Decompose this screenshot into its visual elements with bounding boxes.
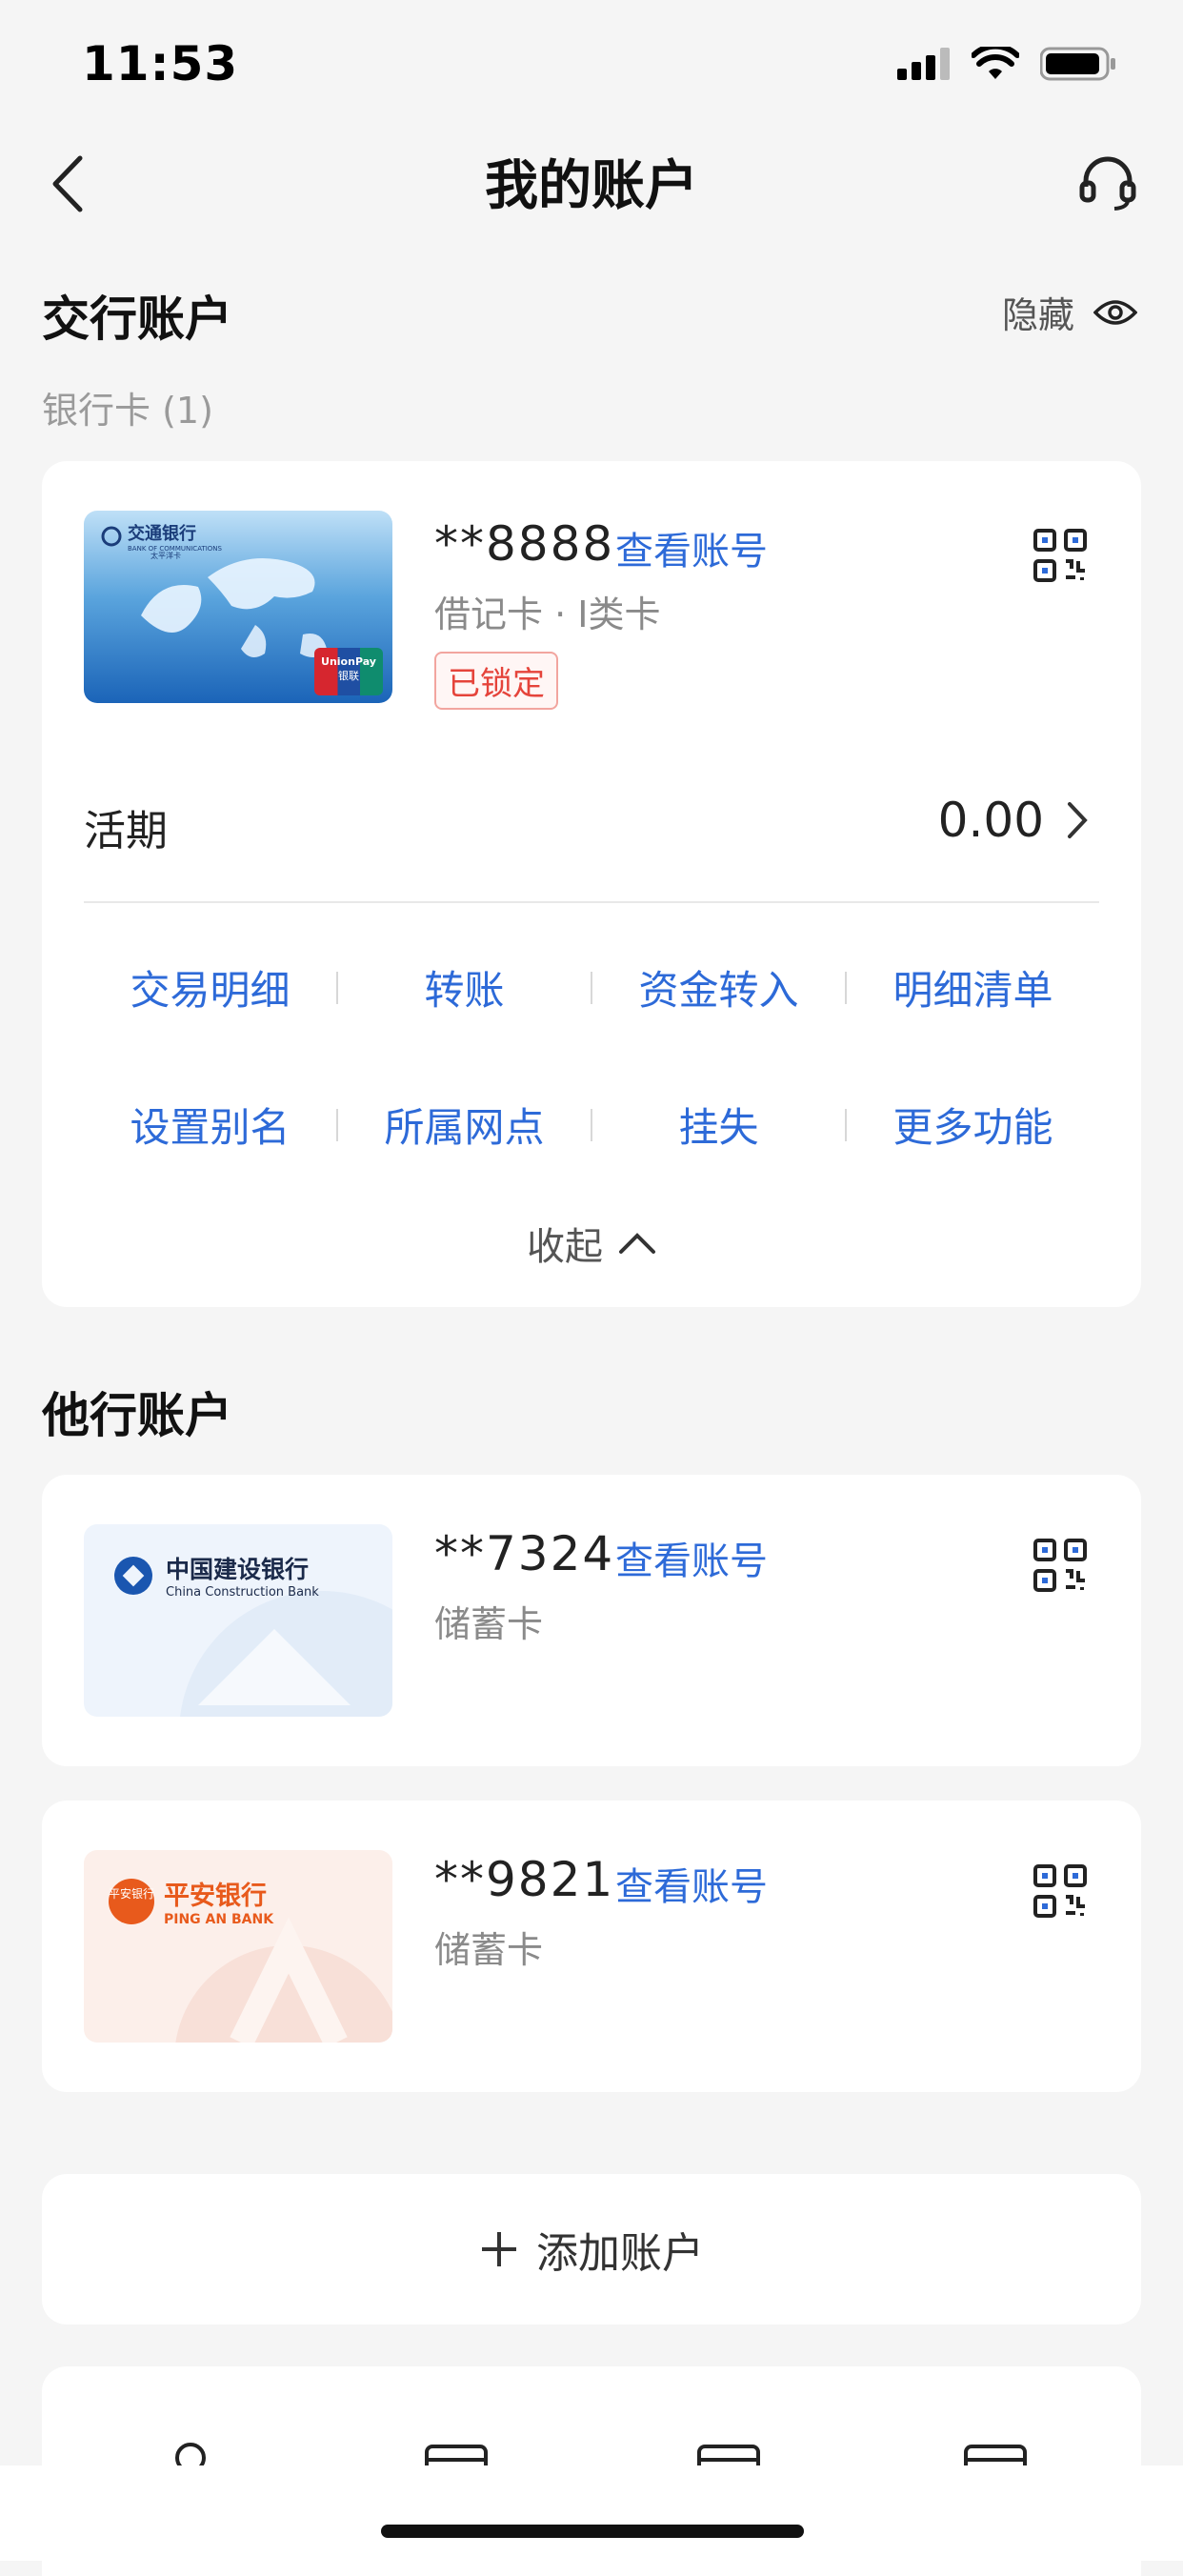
own-accounts-title: 交行账户 [42, 292, 232, 347]
other-accounts-title: 他行账户 [42, 1388, 232, 1443]
home-indicator[interactable] [381, 2525, 804, 2538]
bocom-card-image: 交通银行 BANK OF COMMUNICATIONS 太平洋卡 UnionPa… [84, 511, 392, 703]
divider [84, 901, 1099, 903]
add-account-label: 添加账户 [536, 2229, 704, 2278]
collapse-button[interactable]: 收起 [42, 1216, 1141, 1271]
ccb-card-image: 中国建设银行 China Construction Bank [84, 1524, 392, 1717]
card-count-label: 银行卡 (1) [42, 390, 213, 432]
qr-code-icon[interactable] [1033, 528, 1088, 583]
chevron-up-icon [619, 1233, 655, 1254]
qr-code-icon[interactable] [1033, 1538, 1088, 1593]
bocom-logo: 交通银行 BANK OF COMMUNICATIONS [101, 520, 222, 553]
view-account-link[interactable]: 查看账号 [615, 520, 768, 575]
ccb-logo: 中国建设银行 China Construction Bank [110, 1551, 319, 1600]
plus-icon [482, 2232, 516, 2266]
ccb-card-panel[interactable]: 中国建设银行 China Construction Bank **7324 查看… [42, 1475, 1141, 1766]
wifi-icon [972, 47, 1019, 79]
balance-label: 活期 [84, 807, 168, 855]
headset-icon [1079, 156, 1136, 211]
cellular-signal-icon [897, 48, 950, 80]
action-transaction-details[interactable]: 交易明细 [84, 958, 336, 1016]
card-type: 储蓄卡 [434, 1929, 544, 1971]
balance-value: 0.00 [937, 793, 1044, 848]
status-badge: 已锁定 [434, 652, 558, 710]
card-type: 借记卡 · I类卡 [434, 594, 661, 635]
view-account-link[interactable]: 查看账号 [615, 1530, 768, 1585]
balance-row[interactable]: 0.00 [938, 793, 1088, 848]
pingan-name-en: PING AN BANK [164, 1912, 274, 1927]
collapse-label: 收起 [527, 1225, 603, 1269]
customer-service-button[interactable] [1078, 152, 1137, 211]
action-branch[interactable]: 所属网点 [338, 1096, 591, 1154]
action-statement[interactable]: 明细清单 [847, 958, 1099, 1016]
action-transfer[interactable]: 转账 [338, 958, 591, 1016]
card-type: 储蓄卡 [434, 1603, 544, 1645]
status-icons [897, 46, 1116, 82]
action-set-alias[interactable]: 设置别名 [84, 1096, 336, 1154]
action-row-2: 设置别名 所属网点 挂失 更多功能 [84, 1096, 1099, 1154]
ccb-logo-icon [114, 1556, 152, 1595]
bocom-sub: 太平洋卡 [150, 552, 181, 560]
status-time: 11:53 [82, 36, 239, 91]
add-account-button[interactable]: 添加账户 [42, 2174, 1141, 2324]
hide-label: 隐藏 [1001, 294, 1074, 336]
action-fund-in[interactable]: 资金转入 [592, 958, 845, 1016]
qr-code-icon[interactable] [1033, 1863, 1088, 1919]
hide-toggle[interactable]: 隐藏 [1002, 286, 1137, 338]
pingan-logo-icon: 平安银行 [109, 1878, 154, 1924]
chevron-right-icon [1068, 802, 1088, 838]
pingan-card-image: 平安银行 平安银行 PING AN BANK [84, 1850, 392, 2043]
unionpay-text: UnionPay [321, 655, 376, 668]
own-card-panel: 交通银行 BANK OF COMMUNICATIONS 太平洋卡 UnionPa… [42, 461, 1141, 1307]
action-more[interactable]: 更多功能 [847, 1096, 1099, 1154]
account-number: **8888 [434, 516, 615, 572]
bocom-logo-icon [101, 526, 122, 547]
bottom-bar [0, 2465, 1183, 2561]
eye-icon [1093, 299, 1137, 325]
pingan-card-panel[interactable]: 平安银行 平安银行 PING AN BANK **9821 查看账号 储蓄卡 [42, 1801, 1141, 2092]
ccb-name-en: China Construction Bank [166, 1585, 319, 1600]
account-number: **7324 [434, 1526, 615, 1581]
ccb-name: 中国建设银行 [166, 1556, 310, 1583]
action-row-1: 交易明细 转账 资金转入 明细清单 [84, 958, 1099, 1016]
bocom-name: 交通银行 [128, 524, 196, 544]
unionpay-logo: UnionPay 银联 [314, 648, 383, 695]
pingan-name: 平安银行 [164, 1882, 267, 1911]
page-title: 我的账户 [485, 155, 698, 217]
battery-icon [1040, 47, 1115, 81]
pingan-logo: 平安银行 平安银行 PING AN BANK [109, 1875, 273, 1927]
unionpay-text-cn: 银联 [338, 670, 359, 682]
view-account-link[interactable]: 查看账号 [615, 1856, 768, 1911]
account-number: **9821 [434, 1852, 615, 1907]
action-report-loss[interactable]: 挂失 [592, 1096, 845, 1154]
